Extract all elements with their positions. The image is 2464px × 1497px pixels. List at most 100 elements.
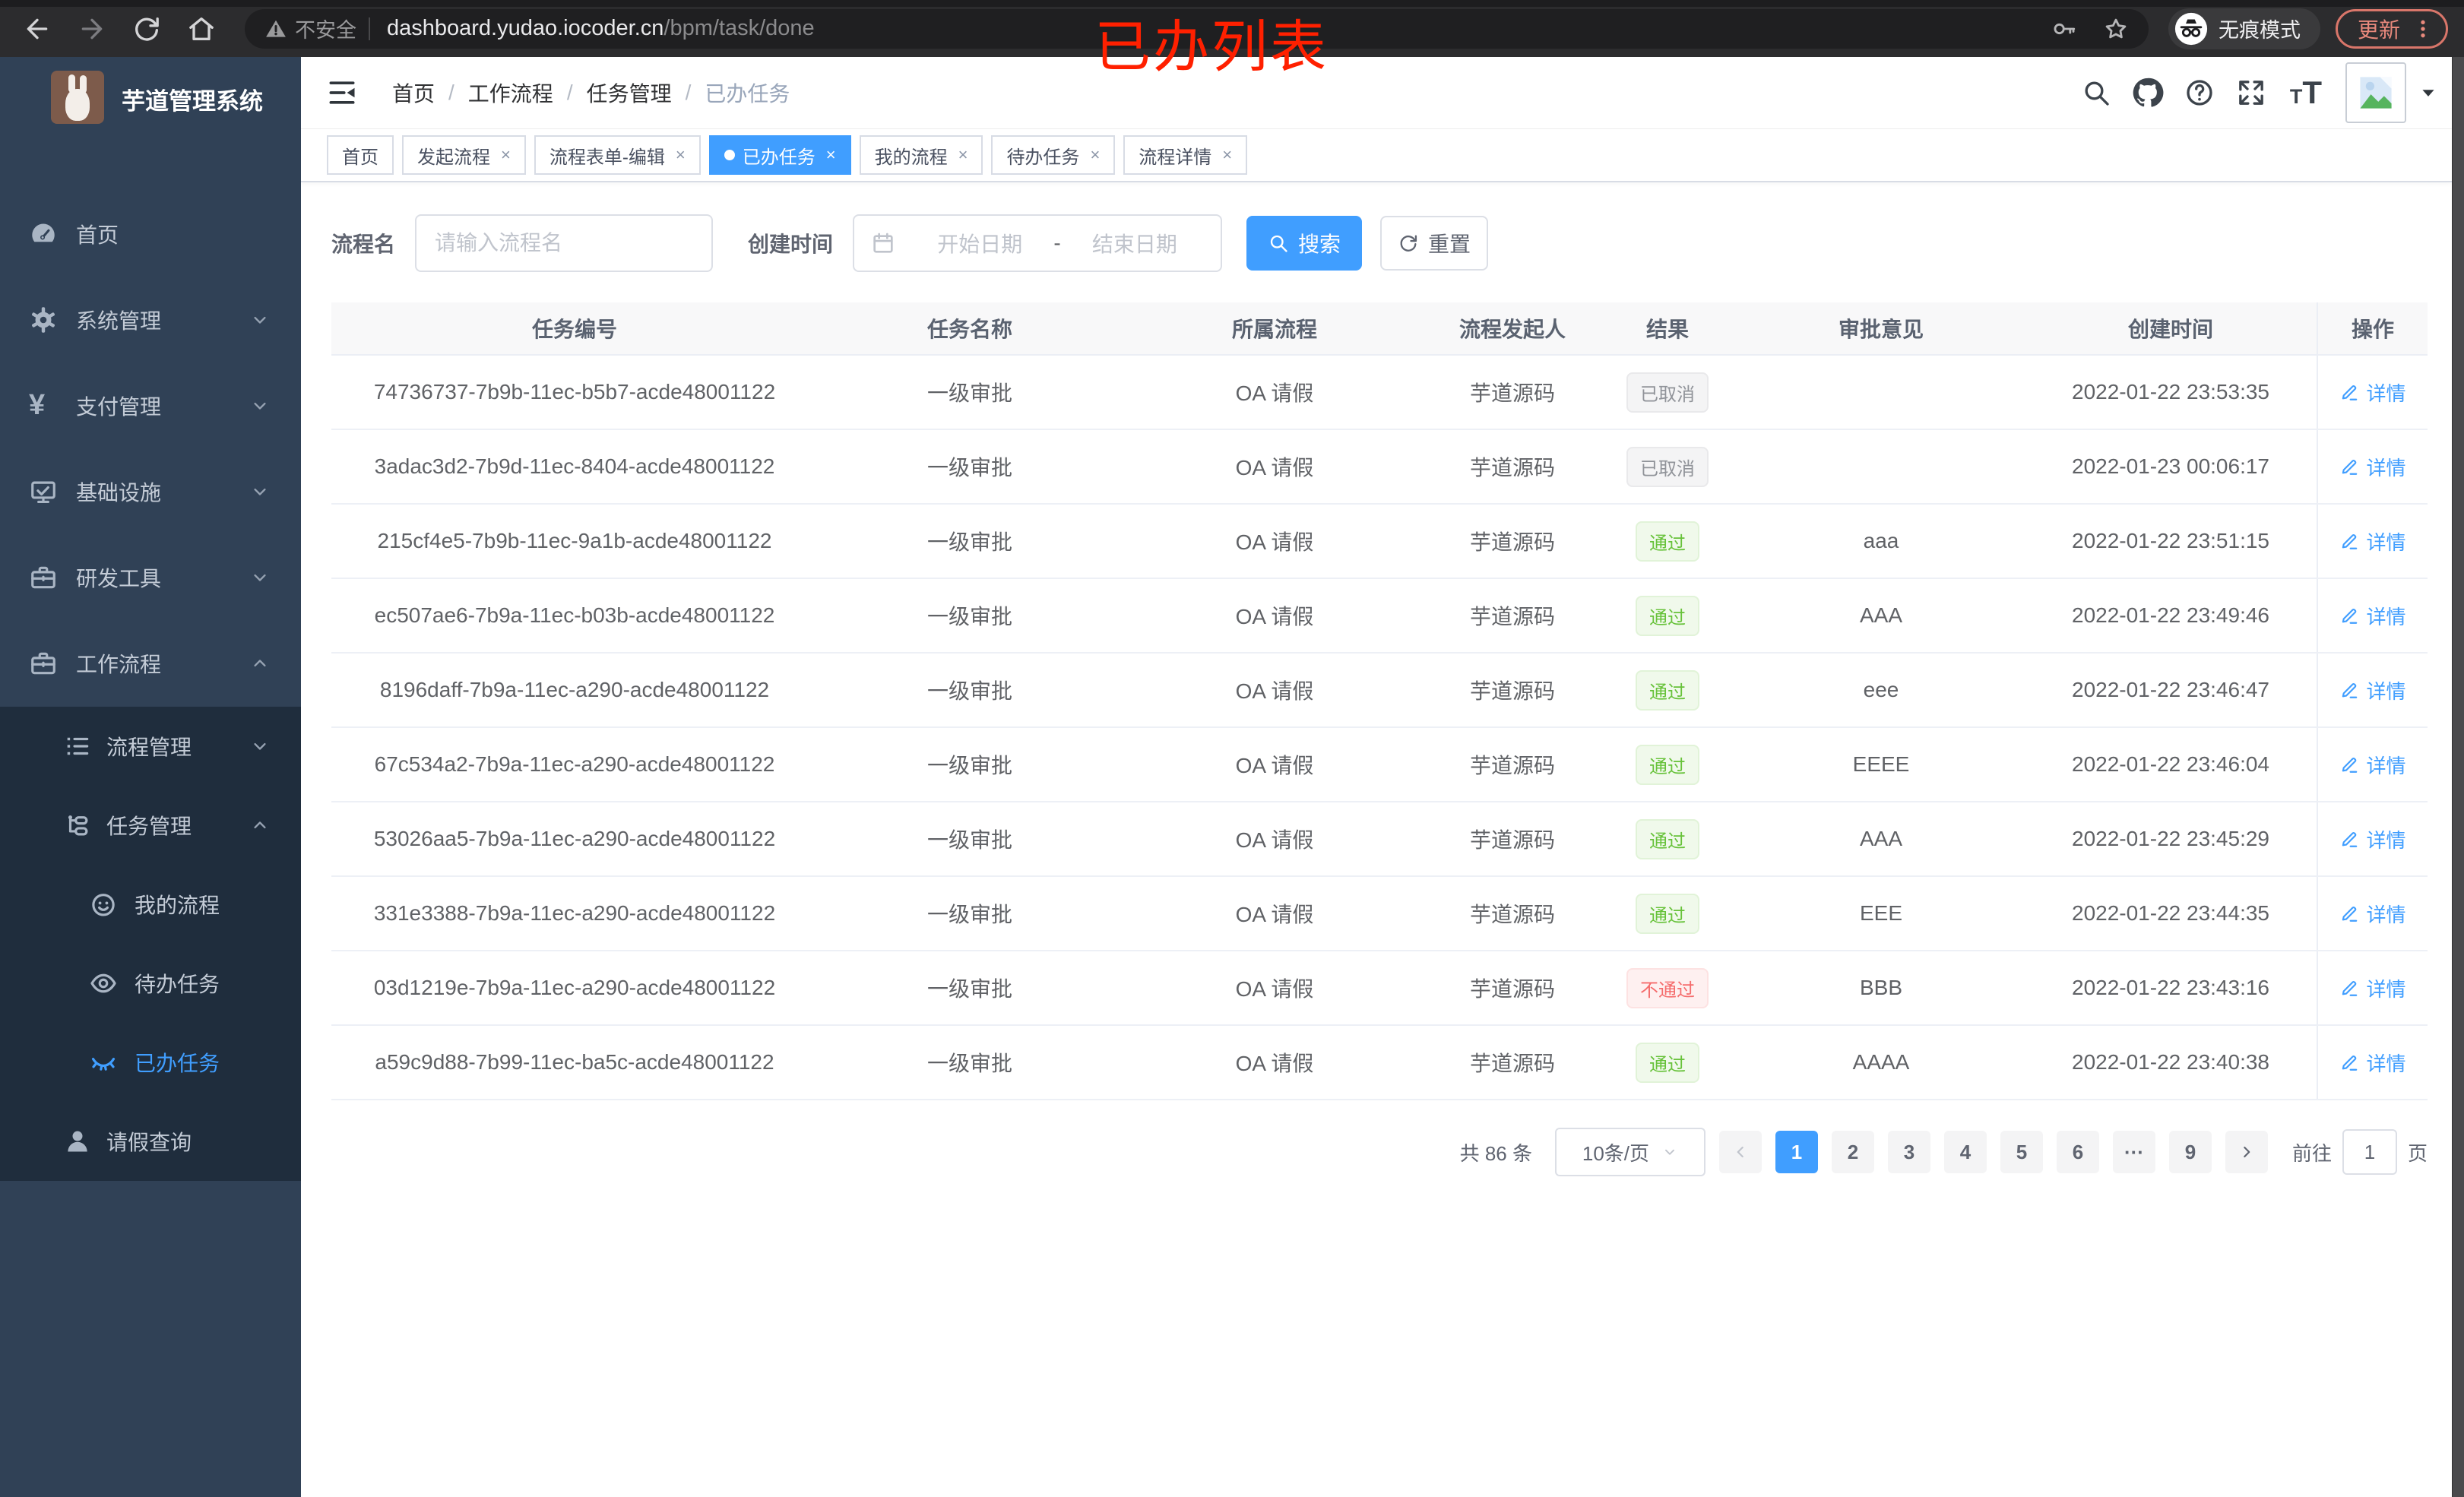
sidebar-toggle-icon[interactable] [325, 76, 359, 109]
detail-link[interactable]: 详情 [2339, 602, 2406, 630]
font-size-icon[interactable]: TT [2277, 74, 2335, 111]
goto-page-input[interactable] [2342, 1129, 2397, 1175]
page-button-4[interactable]: 4 [1943, 1131, 1987, 1173]
tab-done-tasks[interactable]: 已办任务 × [708, 135, 851, 175]
navbar: 首页 / 工作流程 / 任务管理 / 已办任务 TT [301, 57, 2452, 129]
sidebar-item-payment[interactable]: ¥ 支付管理 [0, 362, 301, 448]
github-icon[interactable] [2122, 75, 2174, 110]
date-range-picker[interactable]: 开始日期 - 结束日期 [853, 214, 1223, 272]
close-icon[interactable]: × [676, 145, 686, 165]
detail-link[interactable]: 详情 [2339, 1049, 2406, 1077]
process-name-label: 流程名 [331, 233, 396, 256]
cell-actions: 详情 [2317, 505, 2428, 578]
sidebar-item-system[interactable]: 系统管理 [0, 277, 301, 362]
prev-page-button[interactable] [1718, 1131, 1762, 1173]
back-icon[interactable] [20, 11, 55, 46]
page-button-6[interactable]: 6 [2056, 1131, 2099, 1173]
cell-result: 通过 [1598, 744, 1737, 785]
breadcrumb-workflow[interactable]: 工作流程 [468, 78, 553, 108]
search-icon[interactable] [2070, 78, 2122, 108]
page-button-9[interactable]: 9 [2168, 1131, 2212, 1173]
main-area: 首页 / 工作流程 / 任务管理 / 已办任务 TT 首页 发起流程 × 流程表… [301, 57, 2452, 1497]
home-icon[interactable] [184, 11, 219, 46]
breadcrumb-task-mgmt[interactable]: 任务管理 [587, 78, 672, 108]
close-icon[interactable]: × [1222, 145, 1232, 165]
next-page-button[interactable] [2225, 1131, 2268, 1173]
caret-down-icon[interactable] [2418, 83, 2438, 103]
forward-icon[interactable] [74, 11, 109, 46]
reload-icon[interactable] [129, 11, 164, 46]
cell-result: 不通过 [1598, 967, 1737, 1008]
page-size-select[interactable]: 10条/页 [1554, 1128, 1705, 1176]
briefcase-icon [29, 649, 58, 678]
reset-button[interactable]: 重置 [1380, 216, 1489, 271]
tab-todo-tasks[interactable]: 待办任务 × [991, 135, 1116, 175]
avatar[interactable] [2345, 62, 2406, 123]
pencil-icon [2339, 978, 2359, 998]
sidebar-item-leave-query[interactable]: 请假查询 [0, 1102, 301, 1181]
browser-scrollbar[interactable] [2452, 57, 2464, 1497]
star-icon[interactable] [2103, 16, 2129, 42]
tab-home[interactable]: 首页 [327, 135, 394, 175]
cell-task-id: 331e3388-7b9a-11ec-a290-acde48001122 [373, 901, 776, 925]
detail-link[interactable]: 详情 [2339, 453, 2406, 481]
fullscreen-icon[interactable] [2225, 78, 2277, 108]
result-badge: 通过 [1636, 595, 1699, 636]
close-icon[interactable]: × [826, 145, 836, 165]
page-button-5[interactable]: 5 [2000, 1131, 2043, 1173]
close-icon[interactable]: × [501, 145, 511, 165]
detail-link[interactable]: 详情 [2339, 378, 2406, 407]
refresh-icon [1398, 233, 1419, 254]
cell-task-name: 一级审批 [926, 456, 1012, 479]
tab-start-process[interactable]: 发起流程 × [402, 135, 526, 175]
update-button[interactable]: 更新 [2336, 8, 2449, 49]
incognito-badge: 无痕模式 [2168, 8, 2320, 49]
detail-link[interactable]: 详情 [2339, 527, 2406, 555]
detail-link[interactable]: 详情 [2339, 825, 2406, 853]
help-icon[interactable] [2174, 78, 2225, 108]
cell-opinion: eee [1863, 678, 1899, 701]
breadcrumb-home[interactable]: 首页 [392, 78, 435, 108]
sidebar-item-done-tasks[interactable]: 已办任务 [0, 1023, 301, 1102]
detail-link[interactable]: 详情 [2339, 974, 2406, 1002]
sidebar-item-devtools[interactable]: 研发工具 [0, 534, 301, 620]
tab-form-edit[interactable]: 流程表单-编辑 × [534, 135, 701, 175]
sidebar-item-my-process[interactable]: 我的流程 [0, 865, 301, 944]
close-icon[interactable]: × [1090, 145, 1100, 165]
cell-task-name: 一级审批 [926, 605, 1012, 628]
tab-my-process[interactable]: 我的流程 × [859, 135, 983, 175]
close-icon[interactable]: × [958, 145, 968, 165]
dashboard-icon [29, 220, 58, 248]
sidebar-item-process-mgmt[interactable]: 流程管理 [0, 707, 301, 786]
chevron-down-icon [249, 481, 271, 502]
sidebar-item-workflow[interactable]: 工作流程 [0, 620, 301, 706]
search-button[interactable]: 搜索 [1246, 216, 1363, 271]
pencil-icon [2339, 606, 2359, 625]
cell-task-name: 一级审批 [926, 977, 1012, 1001]
page-button-3[interactable]: 3 [1887, 1131, 1930, 1173]
process-name-input[interactable] [415, 214, 714, 272]
cell-result: 通过 [1598, 1042, 1737, 1083]
insecure-warning-icon[interactable] [264, 17, 287, 40]
detail-link[interactable]: 详情 [2339, 676, 2406, 704]
page-button-1[interactable]: 1 [1775, 1131, 1818, 1173]
detail-link[interactable]: 详情 [2339, 751, 2406, 779]
cell-task-id: 74736737-7b9b-11ec-b5b7-acde48001122 [373, 380, 776, 404]
chevron-down-icon [249, 567, 271, 588]
address-bar[interactable]: 不安全 dashboard.yudao.iocoder.cn /bpm/task… [245, 8, 2149, 49]
sidebar-item-todo-tasks[interactable]: 待办任务 [0, 944, 301, 1023]
cell-starter: 芋道源码 [1469, 1052, 1555, 1075]
table-header: 任务编号 任务名称 所属流程 流程发起人 结果 审批意见 创建时间 操作 [331, 302, 2428, 356]
table-row: 3adac3d2-7b9d-11ec-8404-acde48001122 一级审… [331, 430, 2428, 505]
key-icon[interactable] [2051, 16, 2077, 42]
detail-link[interactable]: 详情 [2339, 900, 2406, 928]
cell-result: 已取消 [1598, 372, 1737, 413]
gear-icon [29, 305, 58, 334]
sidebar-item-infra[interactable]: 基础设施 [0, 448, 301, 534]
sidebar-item-home[interactable]: 首页 [0, 191, 301, 277]
browser-menu-icon[interactable] [2411, 17, 2435, 41]
sidebar-item-task-mgmt[interactable]: 任务管理 [0, 786, 301, 865]
tab-process-detail[interactable]: 流程详情 × [1123, 135, 1248, 175]
page-ellipsis-button[interactable]: ··· [2112, 1131, 2155, 1173]
page-button-2[interactable]: 2 [1831, 1131, 1874, 1173]
